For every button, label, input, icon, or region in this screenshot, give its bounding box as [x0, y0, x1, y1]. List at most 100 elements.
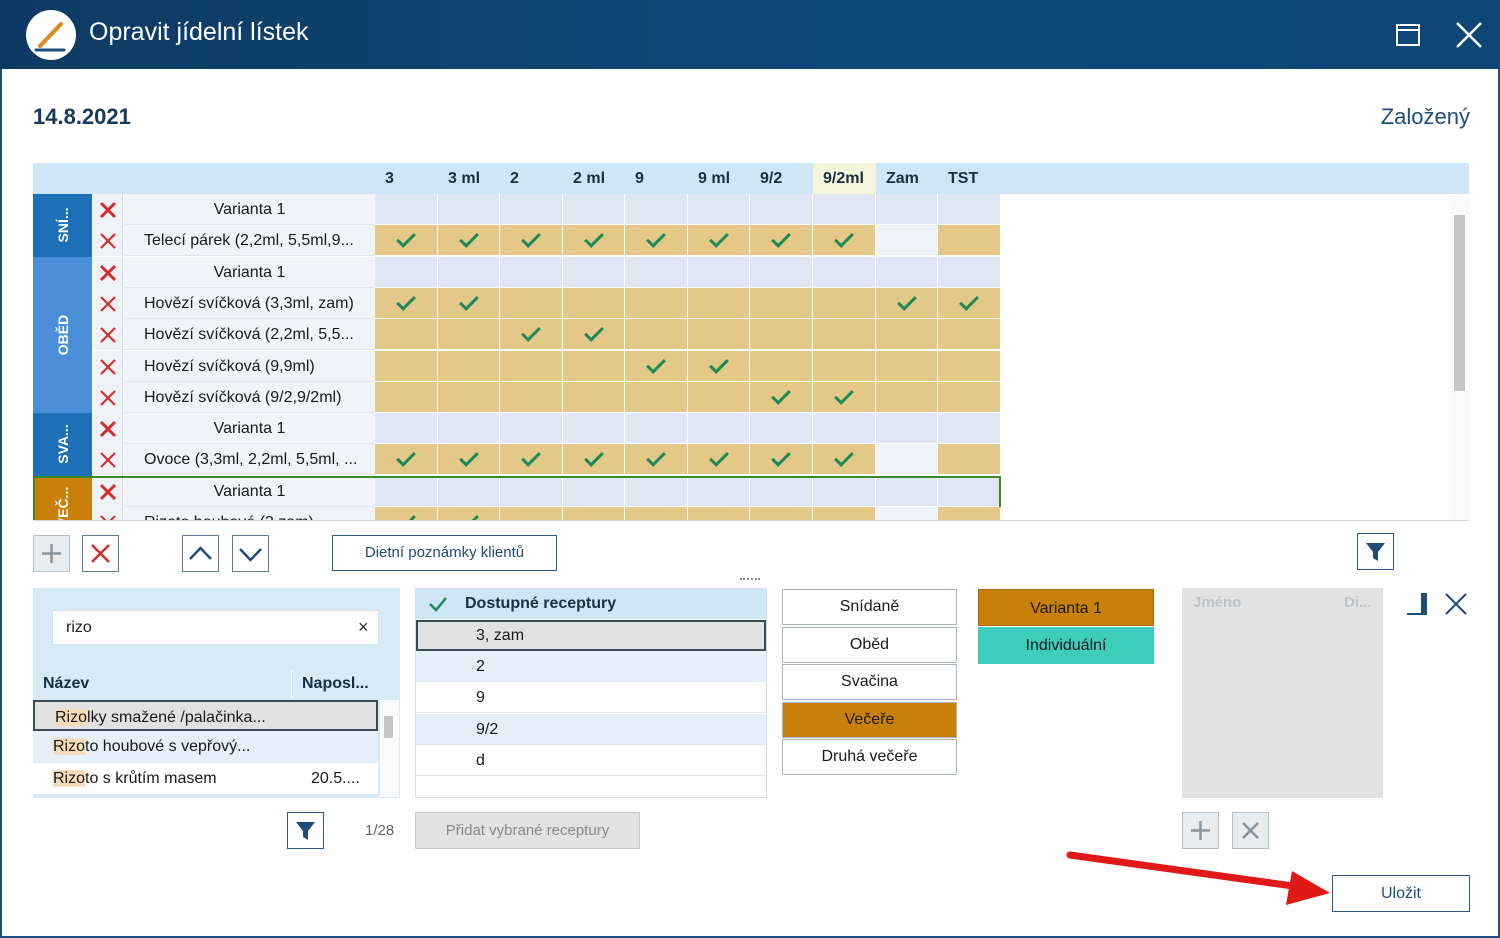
search-result-row[interactable]: Rizoto houbové s vepřový... — [33, 731, 378, 763]
grid-cell[interactable] — [625, 444, 688, 476]
grid-cell[interactable] — [563, 444, 625, 476]
dish-row-label[interactable]: Telecí párek (2,2ml, 5,5ml,9... — [124, 225, 375, 257]
grid-cell[interactable] — [375, 507, 438, 520]
grid-cell[interactable] — [625, 256, 688, 288]
grid-cell[interactable] — [938, 507, 1001, 520]
recipe-item[interactable]: d — [416, 745, 766, 776]
grid-cell[interactable] — [813, 507, 876, 520]
grid-cell[interactable] — [688, 413, 750, 445]
grid-cell[interactable] — [938, 287, 1001, 319]
grid-cell[interactable] — [625, 194, 688, 225]
grid-cell[interactable] — [500, 319, 563, 351]
grid-cell[interactable] — [438, 475, 500, 507]
grid-cell[interactable] — [750, 444, 813, 476]
grid-cell[interactable] — [625, 350, 688, 382]
grid-cell[interactable] — [625, 225, 688, 257]
grid-cell[interactable] — [688, 381, 750, 413]
grid-cell[interactable] — [500, 194, 563, 225]
grid-cell[interactable] — [500, 381, 563, 413]
grid-cell[interactable] — [375, 475, 438, 507]
delete-row-icon[interactable] — [93, 381, 123, 413]
grid-cell[interactable] — [750, 413, 813, 445]
delete-row-icon[interactable] — [93, 319, 123, 351]
grid-cell[interactable] — [375, 444, 438, 476]
add-row-button[interactable] — [33, 535, 70, 572]
grid-cell[interactable] — [938, 475, 1001, 507]
grid-col-header[interactable]: 3 ml — [438, 163, 500, 194]
dish-row-label[interactable]: Hovězí svíčková (2,2ml, 5,5... — [124, 319, 375, 351]
grid-cell[interactable] — [688, 475, 750, 507]
search-result-row[interactable]: Rizoto s krůtím masem 20.5.... — [33, 762, 378, 794]
recipe-item[interactable]: 9/2 — [416, 713, 766, 745]
grid-cell[interactable] — [813, 225, 876, 257]
grid-cell[interactable] — [375, 225, 438, 257]
delete-row-icon[interactable] — [93, 225, 123, 257]
meal-option[interactable]: Snídaně — [782, 589, 957, 625]
grid-cell[interactable] — [563, 413, 625, 445]
grid-cell[interactable] — [563, 507, 625, 520]
panel-close-icon[interactable] — [1442, 590, 1470, 618]
grid-col-header[interactable]: 9/2ml — [813, 163, 876, 194]
grid-cell[interactable] — [876, 350, 938, 382]
grid-cell[interactable] — [625, 475, 688, 507]
grid-cell[interactable] — [876, 475, 938, 507]
grid-cell[interactable] — [688, 350, 750, 382]
search-result-row[interactable]: Rizolky smažené /palačinka... — [33, 700, 378, 731]
maximize-icon[interactable] — [1393, 20, 1423, 50]
grid-cell[interactable] — [500, 475, 563, 507]
grid-cell[interactable] — [563, 350, 625, 382]
dish-row-label[interactable]: Ovoce (3,3ml, 2,2ml, 5,5ml, ... — [124, 444, 375, 476]
grid-cell[interactable] — [500, 507, 563, 520]
grid-cell[interactable] — [876, 194, 938, 225]
delete-row-button[interactable] — [82, 535, 119, 572]
search-filter-button[interactable] — [287, 812, 324, 849]
grid-cell[interactable] — [876, 413, 938, 445]
grid-cell[interactable] — [563, 381, 625, 413]
move-down-button[interactable] — [232, 535, 269, 572]
grid-cell[interactable] — [438, 194, 500, 225]
grid-cell[interactable] — [813, 256, 876, 288]
grid-cell[interactable] — [813, 444, 876, 476]
grid-cell[interactable] — [876, 287, 938, 319]
dish-row-label[interactable]: Rizoto houbové (3,zam) — [124, 507, 375, 520]
grid-cell[interactable] — [625, 507, 688, 520]
delete-row-icon[interactable] — [93, 475, 123, 507]
col-jmeno-header[interactable]: Jméno — [1193, 588, 1241, 618]
grid-cell[interactable] — [375, 287, 438, 319]
close-icon[interactable] — [1452, 18, 1486, 52]
delete-row-icon[interactable] — [93, 287, 123, 319]
grid-cell[interactable] — [625, 413, 688, 445]
grid-cell[interactable] — [438, 507, 500, 520]
grid-cell[interactable] — [938, 381, 1001, 413]
results-scrollbar[interactable] — [380, 700, 399, 797]
variant-row-label[interactable]: Varianta 1 — [124, 256, 375, 288]
remove-client-button[interactable] — [1232, 812, 1269, 849]
delete-row-icon[interactable] — [93, 507, 123, 520]
grid-cell[interactable] — [375, 381, 438, 413]
grid-cell[interactable] — [938, 350, 1001, 382]
grid-cell[interactable] — [438, 381, 500, 413]
delete-row-icon[interactable] — [93, 350, 123, 382]
grid-cell[interactable] — [876, 319, 938, 351]
grid-cell[interactable] — [625, 287, 688, 319]
grid-cell[interactable] — [500, 413, 563, 445]
grid-cell[interactable] — [438, 225, 500, 257]
grid-cell[interactable] — [876, 381, 938, 413]
grid-col-header[interactable]: 2 — [500, 163, 563, 194]
grid-cell[interactable] — [750, 381, 813, 413]
diet-notes-button[interactable]: Dietní poznámky klientů — [332, 535, 557, 571]
grid-cell[interactable] — [563, 225, 625, 257]
variant-row-label[interactable]: Varianta 1 — [124, 413, 375, 445]
grid-cell[interactable] — [813, 350, 876, 382]
grid-cell[interactable] — [876, 225, 938, 257]
col-diet-header[interactable]: Di... — [1344, 588, 1372, 618]
recipe-item[interactable]: 9 — [416, 682, 766, 714]
grid-cell[interactable] — [688, 507, 750, 520]
delete-row-icon[interactable] — [93, 194, 123, 225]
grid-filter-button[interactable] — [1357, 533, 1394, 570]
move-up-button[interactable] — [182, 535, 219, 572]
grid-col-header[interactable]: 9/2 — [750, 163, 813, 194]
dish-row-label[interactable]: Hovězí svíčková (9/2,9/2ml) — [124, 381, 375, 413]
col-name-header[interactable]: Název — [33, 670, 291, 698]
grid-cell[interactable] — [938, 413, 1001, 445]
